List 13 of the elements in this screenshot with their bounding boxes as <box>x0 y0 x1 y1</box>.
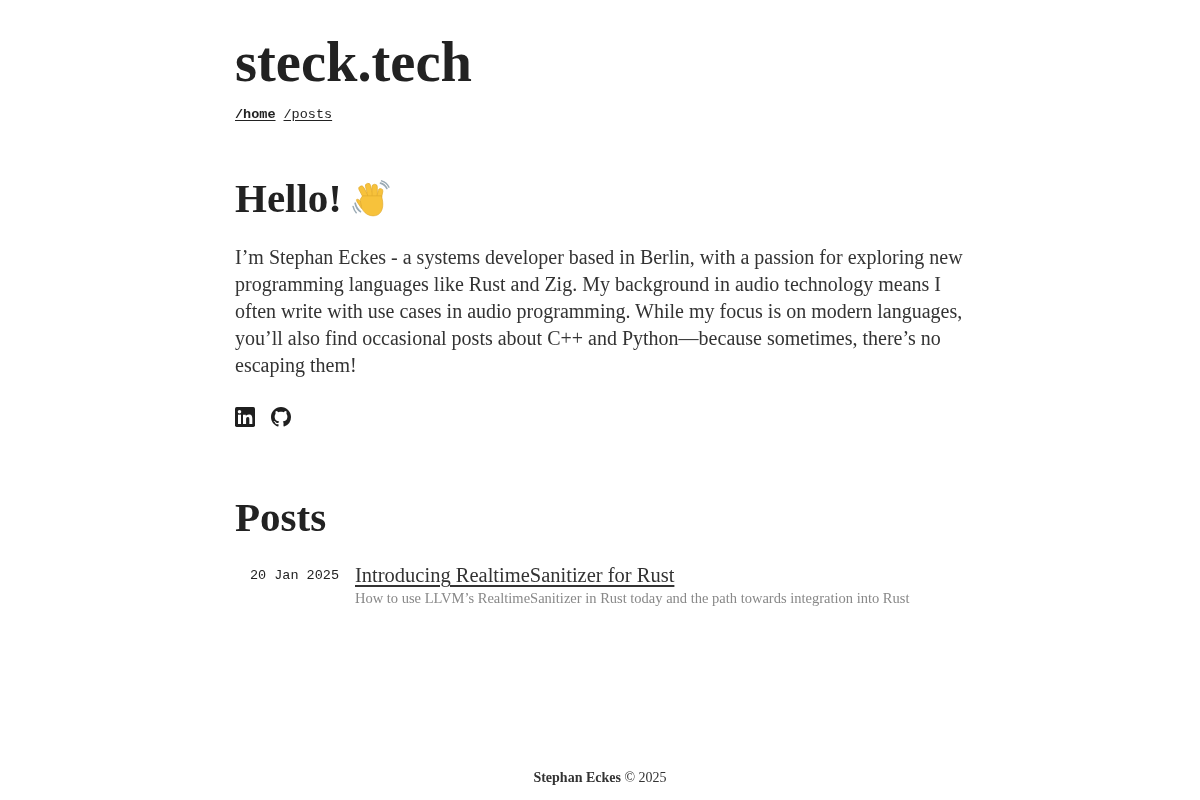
footer-text: Stephan Eckes © 2025 <box>533 770 667 786</box>
intro-heading: Hello! <box>235 173 343 223</box>
nav-link[interactable]: /posts <box>283 106 333 122</box>
waving-hand-icon <box>352 179 391 218</box>
posts-heading: Posts <box>235 493 328 543</box>
site-title: steck.tech <box>235 30 472 95</box>
post-title-link[interactable]: Introducing RealtimeSanitizer for Rust <box>355 564 675 588</box>
nav-link[interactable]: /home <box>235 106 276 122</box>
post-summary: How to use LLVM’s RealtimeSanitizer in Rust today and the path towards integration into Rust <box>355 590 910 608</box>
github-icon[interactable] <box>271 407 291 428</box>
linkedin-icon[interactable] <box>235 407 255 428</box>
post-date: 20 Jan 2025 <box>249 567 339 584</box>
intro-paragraph: I’m Stephan Eckes - a systems developer based in Berlin, with a passion for exploring new programming languages like Rust and Zig. My background in audio technology means I often write with use cases in audio programming. While my focus is on modern languages, you’ll also find occasional posts about C++ and Python—because sometimes, there’s no escaping them! <box>235 245 964 379</box>
